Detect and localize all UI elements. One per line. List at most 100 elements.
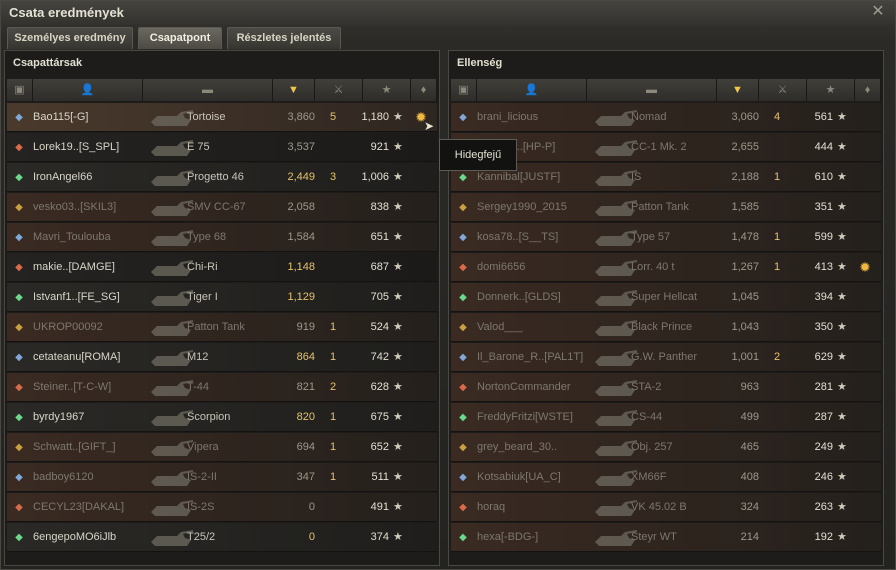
player-row[interactable]: ◆ Bao115[-G] Tortoise 3,860 5 1,180 ★ ✹ xyxy=(7,103,437,132)
rank-column[interactable]: ▣ xyxy=(451,79,477,101)
kills-column[interactable]: ⚔ xyxy=(315,79,363,101)
player-name: Donnerk..[GLDS] xyxy=(477,291,561,303)
window-title: Csata eredmények xyxy=(9,5,124,20)
xp-value: 687 xyxy=(370,261,389,273)
kills-column-icon: ⚔ xyxy=(333,84,344,96)
xp-star-icon: ★ xyxy=(393,381,403,393)
clan-emblem-icon: ◆ xyxy=(459,502,467,513)
player-row[interactable]: ◆ Steiner..[T-C-W] T-44 821 2 628 ★ xyxy=(7,373,437,402)
player-row[interactable]: ◆ makie..[DAMGE] Chi-Ri 1,148 687 ★ xyxy=(7,253,437,282)
player-row[interactable]: ◆ FreddyFritzi[WSTE] CS-44 499 287 ★ xyxy=(451,403,881,432)
rank-column[interactable]: ▣ xyxy=(7,79,33,101)
player-row[interactable]: ◆ Il_Barone_R..[PAL1T] G.W. Panther 1,001 2 6… xyxy=(451,343,881,372)
clan-emblem-icon: ◆ xyxy=(15,142,23,153)
player-name: FreddyFritzi[WSTE] xyxy=(477,411,573,423)
player-row[interactable]: ◆ Valod___ Black Prince 1,043 350 ★ xyxy=(451,313,881,342)
kills-value xyxy=(769,403,785,432)
tank-name: Lorr. 40 t xyxy=(631,261,675,273)
player-row[interactable]: ◆ domi6656 Lorr. 40 t 1,267 1 413 ★ ✹ xyxy=(451,253,881,282)
kills-value: 1 xyxy=(329,471,337,483)
tab-detailed-report[interactable]: Részletes jelentés xyxy=(227,27,341,49)
xp-star-icon: ★ xyxy=(837,291,847,303)
player-name: IronAngel66 xyxy=(33,171,93,183)
xp-star-icon: ★ xyxy=(837,381,847,393)
player-row[interactable]: ◆ Lorek19..[S_SPL] E 75 3,537 921 ★ xyxy=(7,133,437,162)
damage-column[interactable]: ▼ xyxy=(717,79,759,101)
allies-panel: Csapattársak ▣ 👤 ▬ ▼ ⚔ ★ ♦ ◆ Bao115[-G] Tortoise 3… xyxy=(4,50,440,566)
player-row[interactable]: ◆ NortonCommander STA-2 963 281 ★ xyxy=(451,373,881,402)
player-row[interactable]: ◆ Schwatt..[GIFT_] Vipera 694 1 652 ★ xyxy=(7,433,437,462)
player-row[interactable]: ◆ brani_licious Nomad 3,060 4 561 ★ xyxy=(451,103,881,132)
xp-star-icon: ★ xyxy=(393,321,403,333)
tank-name: Type 57 xyxy=(631,231,671,243)
kills-value xyxy=(769,463,785,492)
damage-value: 821 xyxy=(296,381,315,393)
tank-column[interactable]: ▬ xyxy=(587,79,717,101)
xp-star-icon: ★ xyxy=(393,231,403,243)
medal-column[interactable]: ♦ xyxy=(411,79,437,101)
damage-value: 1,585 xyxy=(731,201,759,213)
xp-star-icon: ★ xyxy=(837,201,847,213)
xp-star-icon: ★ xyxy=(393,411,403,423)
player-row[interactable]: ◆ Kotsabiuk[UA_C] XM66F 408 246 ★ xyxy=(451,463,881,492)
xp-column[interactable]: ★ xyxy=(807,79,855,101)
xp-value: 628 xyxy=(370,381,389,393)
player-row[interactable]: ◆ IronAngel66 Progetto 46 2,449 3 1,006 ★ xyxy=(7,163,437,192)
medal-column-icon: ♦ xyxy=(420,84,427,96)
kills-value: 1 xyxy=(329,351,337,363)
player-row[interactable]: ◆ byrdy1967 Scorpion 820 1 675 ★ xyxy=(7,403,437,432)
xp-star-icon: ★ xyxy=(393,531,403,543)
clan-emblem-icon: ◆ xyxy=(15,382,23,393)
xp-value: 652 xyxy=(370,441,389,453)
player-row[interactable]: ◆ Istvanf1..[FE_SG] Tiger I 1,129 705 ★ xyxy=(7,283,437,312)
xp-star-icon: ★ xyxy=(393,111,403,123)
xp-star-icon: ★ xyxy=(837,141,847,153)
clan-emblem-icon: ◆ xyxy=(15,232,23,243)
damage-value: 1,129 xyxy=(287,291,315,303)
player-row[interactable]: ◆ hexa[-BDG-] Steyr WT 214 192 ★ xyxy=(451,523,881,552)
damage-value: 408 xyxy=(740,471,759,483)
player-row[interactable]: ◆ Donnerk..[GLDS] Super Hellcat 1,045 394 ★ xyxy=(451,283,881,312)
medal-icon[interactable]: ✹ xyxy=(855,253,875,282)
damage-value: 347 xyxy=(296,471,315,483)
kills-column-icon: ⚔ xyxy=(777,84,788,96)
kills-value xyxy=(769,523,785,552)
battle-results-window: Csata eredmények ✕ Személyes eredmény Cs… xyxy=(0,0,896,570)
player-row[interactable]: ◆ horaq VK 45.02 B 324 263 ★ xyxy=(451,493,881,522)
xp-value: 287 xyxy=(814,411,833,423)
tab-team-score[interactable]: Csapatpont xyxy=(138,27,222,49)
kills-value: 1 xyxy=(773,231,781,243)
player-name: Lorek19..[S_SPL] xyxy=(33,141,120,153)
damage-value: 499 xyxy=(740,411,759,423)
player-row[interactable]: ◆ grey_beard_30.. Obj. 257 465 249 ★ xyxy=(451,433,881,462)
close-icon[interactable]: ✕ xyxy=(869,3,887,21)
player-name: vesko03..[SKIL3] xyxy=(33,201,117,213)
player-row[interactable]: ◆ vesko03..[SKIL3] SMV CC-67 2,058 838 ★ xyxy=(7,193,437,222)
player-row[interactable]: ◆ UKROP00092 Patton Tank 919 1 524 ★ xyxy=(7,313,437,342)
xp-star-icon: ★ xyxy=(393,141,403,153)
tab-personal-results[interactable]: Személyes eredmény xyxy=(7,27,133,49)
player-row[interactable]: ◆ badboy6120 IS-2-II 347 1 511 ★ xyxy=(7,463,437,492)
player-row[interactable]: ◆ CECYL23[DAKAL] IS-2S 0 491 ★ xyxy=(7,493,437,522)
xp-value: 491 xyxy=(370,501,389,513)
clan-emblem-icon: ◆ xyxy=(15,292,23,303)
player-row[interactable]: ◆ Mavri_Toulouba Type 68 1,584 651 ★ xyxy=(7,223,437,252)
medal-column[interactable]: ♦ xyxy=(855,79,881,101)
player-row[interactable]: ◆ cetateanu[ROMA] M12 864 1 742 ★ xyxy=(7,343,437,372)
xp-value: 705 xyxy=(370,291,389,303)
damage-column[interactable]: ▼ xyxy=(273,79,315,101)
player-row[interactable]: ◆ kosa78..[S__TS] Type 57 1,478 1 599 ★ xyxy=(451,223,881,252)
xp-column[interactable]: ★ xyxy=(363,79,411,101)
player-column[interactable]: 👤 xyxy=(477,79,587,101)
player-row[interactable]: ◆ Sergey1990_2015 Patton Tank 1,585 351 ★ xyxy=(451,193,881,222)
tank-column[interactable]: ▬ xyxy=(143,79,273,101)
xp-value: 246 xyxy=(814,471,833,483)
tank-name: STA-2 xyxy=(631,381,662,393)
player-row[interactable]: ◆ 6engepoMO6iJlb T25/2 0 374 ★ xyxy=(7,523,437,552)
player-column[interactable]: 👤 xyxy=(33,79,143,101)
player-name: Valod___ xyxy=(477,321,523,333)
xp-value: 374 xyxy=(370,531,389,543)
xp-star-icon: ★ xyxy=(837,111,847,123)
xp-value: 599 xyxy=(814,231,833,243)
kills-column[interactable]: ⚔ xyxy=(759,79,807,101)
